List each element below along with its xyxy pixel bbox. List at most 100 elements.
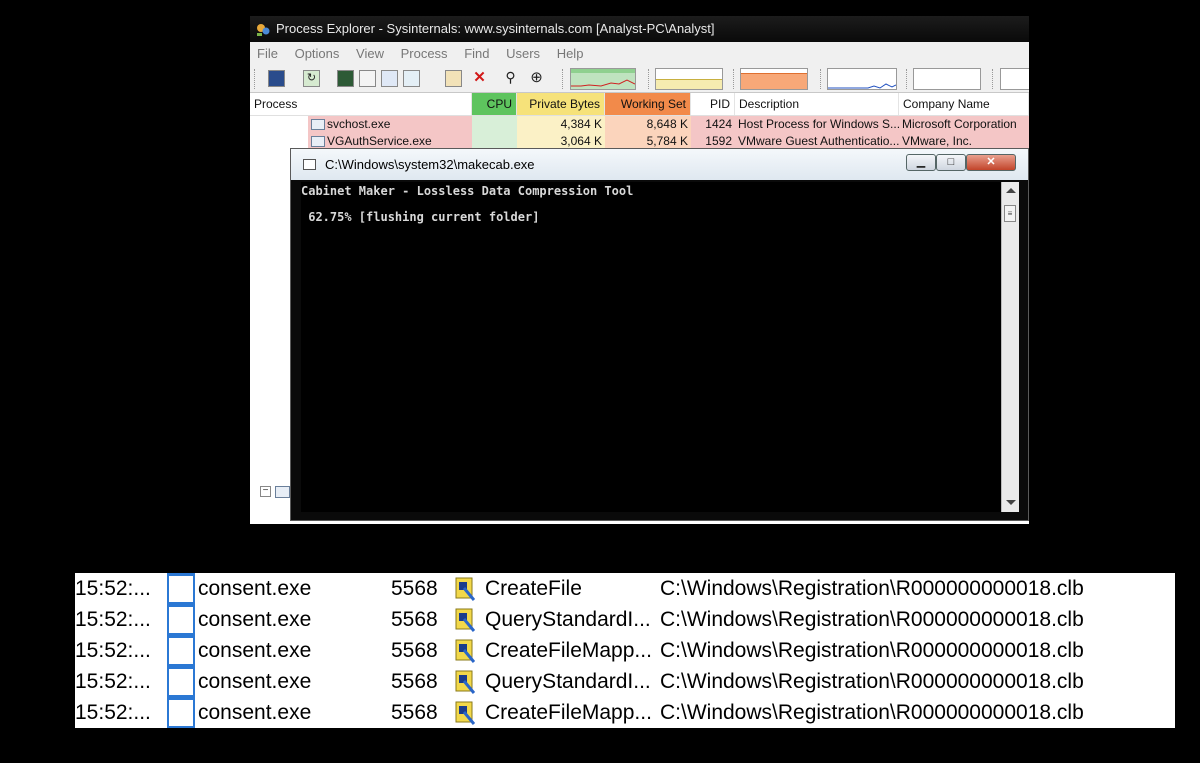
event-pid: 5568 [391, 608, 438, 631]
toolbar-grip[interactable] [648, 69, 652, 89]
window-icon [167, 697, 195, 728]
process-row[interactable]: svchost.exe 4,384 K 8,648 K 1424 Host Pr… [250, 116, 1029, 133]
menu-options[interactable]: Options [295, 46, 340, 61]
close-button[interactable]: ✕ [966, 154, 1016, 171]
menu-file[interactable]: File [257, 46, 278, 61]
column-description[interactable]: Description [735, 93, 899, 115]
save-icon[interactable] [268, 70, 285, 87]
table-row[interactable]: 15:52:... consent.exe 5568 CreateFileMap… [75, 697, 1175, 728]
gpu-graph[interactable] [1000, 68, 1029, 90]
maximize-button[interactable]: □ [936, 154, 966, 171]
io-graph-fill [741, 73, 807, 89]
table-row[interactable]: 15:52:... consent.exe 5568 CreateFile C:… [75, 573, 1175, 604]
event-path: C:\Windows\Registration\R000000000018.cl… [660, 701, 1084, 724]
pe-toolbar: ↻ ✕ ⚲ ⊕ [250, 66, 1029, 93]
filesystem-icon [455, 670, 475, 694]
event-path: C:\Windows\Registration\R000000000018.cl… [660, 670, 1084, 693]
menu-users[interactable]: Users [506, 46, 540, 61]
process-list-header: Process CPU Private Bytes Working Set PI… [250, 93, 1029, 116]
column-company[interactable]: Company Name [899, 93, 1029, 115]
console-title-bar[interactable]: C:\Windows\system32\makecab.exe ▁ □ ✕ [291, 149, 1028, 180]
event-time: 15:52:... [75, 639, 151, 662]
event-operation: CreateFile [485, 577, 582, 600]
scroll-up-icon[interactable] [1006, 188, 1016, 193]
menu-help[interactable]: Help [557, 46, 584, 61]
network-graph[interactable] [827, 68, 897, 90]
table-row[interactable]: 15:52:... consent.exe 5568 QueryStandard… [75, 604, 1175, 635]
column-working-set[interactable]: Working Set [605, 93, 691, 115]
process-explorer-icon [257, 24, 270, 36]
tree-collapse-icon[interactable]: − [260, 486, 271, 497]
system-info-icon[interactable] [337, 70, 354, 87]
lower-pane-icon[interactable] [381, 70, 398, 87]
console-window: C:\Windows\system32\makecab.exe ▁ □ ✕ Ca… [290, 148, 1029, 521]
event-time: 15:52:... [75, 608, 151, 631]
filesystem-icon [455, 608, 475, 632]
process-private-bytes: 4,384 K [517, 116, 605, 133]
event-process: consent.exe [198, 701, 312, 724]
console-line: Cabinet Maker - Lossless Data Compressio… [301, 184, 634, 198]
commit-graph[interactable] [655, 68, 723, 90]
event-time: 15:52:... [75, 670, 151, 693]
console-scrollbar[interactable]: ≡ [1001, 182, 1019, 512]
menu-process[interactable]: Process [401, 46, 448, 61]
process-icon [311, 119, 325, 130]
pe-title: Process Explorer - Sysinternals: www.sys… [276, 21, 715, 36]
event-operation: CreateFileMapp... [485, 639, 652, 662]
io-graph[interactable] [740, 68, 808, 90]
event-process: consent.exe [198, 670, 312, 693]
filesystem-icon [455, 577, 475, 601]
disk-graph[interactable] [913, 68, 981, 90]
toolbar-grip[interactable] [562, 69, 566, 89]
window-icon [167, 635, 195, 666]
procmon-event-list: 15:52:... consent.exe 5568 CreateFile C:… [75, 573, 1175, 728]
console-output[interactable]: Cabinet Maker - Lossless Data Compressio… [301, 182, 1001, 512]
event-process: consent.exe [198, 608, 312, 631]
cpu-graph[interactable] [570, 68, 636, 90]
scroll-down-icon[interactable] [1006, 500, 1016, 505]
commit-graph-fill [656, 79, 722, 89]
filesystem-icon [455, 639, 475, 663]
console-line: 62.75% [flushing current folder] [301, 210, 540, 224]
process-icon [311, 136, 325, 147]
menu-find[interactable]: Find [464, 46, 489, 61]
toolbar-grip[interactable] [254, 69, 258, 89]
event-path: C:\Windows\Registration\R000000000018.cl… [660, 577, 1084, 600]
cpu-graph-line [571, 69, 635, 87]
filesystem-icon [455, 701, 475, 725]
minimize-button[interactable]: ▁ [906, 154, 936, 171]
event-path: C:\Windows\Registration\R000000000018.cl… [660, 608, 1084, 631]
handle-view-icon[interactable] [445, 70, 462, 87]
event-pid: 5568 [391, 701, 438, 724]
event-process: consent.exe [198, 577, 312, 600]
event-operation: CreateFileMapp... [485, 701, 652, 724]
menu-view[interactable]: View [356, 46, 384, 61]
toolbar-grip[interactable] [906, 69, 910, 89]
column-cpu[interactable]: CPU [472, 93, 517, 115]
pe-title-bar[interactable]: Process Explorer - Sysinternals: www.sys… [250, 16, 1029, 42]
column-pid[interactable]: PID [691, 93, 735, 115]
target-icon[interactable]: ⊕ [528, 70, 545, 87]
column-process[interactable]: Process [250, 93, 472, 115]
toolbar-grip[interactable] [820, 69, 824, 89]
find-icon[interactable]: ⚲ [502, 70, 519, 87]
toolbar-grip[interactable] [992, 69, 996, 89]
process-company: Microsoft Corporation [899, 116, 1029, 133]
toolbar-grip[interactable] [733, 69, 737, 89]
window-icon [167, 666, 195, 697]
properties-icon[interactable] [359, 70, 376, 87]
event-time: 15:52:... [75, 577, 151, 600]
refresh-icon[interactable]: ↻ [303, 70, 320, 87]
scroll-thumb[interactable]: ≡ [1004, 205, 1016, 222]
process-icon [275, 486, 290, 498]
console-title: C:\Windows\system32\makecab.exe [325, 157, 535, 172]
process-working-set: 8,648 K [605, 116, 691, 133]
console-icon [303, 159, 316, 170]
dll-view-icon[interactable] [403, 70, 420, 87]
event-pid: 5568 [391, 670, 438, 693]
table-row[interactable]: 15:52:... consent.exe 5568 CreateFileMap… [75, 635, 1175, 666]
table-row[interactable]: 15:52:... consent.exe 5568 QueryStandard… [75, 666, 1175, 697]
kill-process-icon[interactable]: ✕ [471, 70, 488, 87]
window-icon [167, 604, 195, 635]
column-private-bytes[interactable]: Private Bytes [517, 93, 605, 115]
